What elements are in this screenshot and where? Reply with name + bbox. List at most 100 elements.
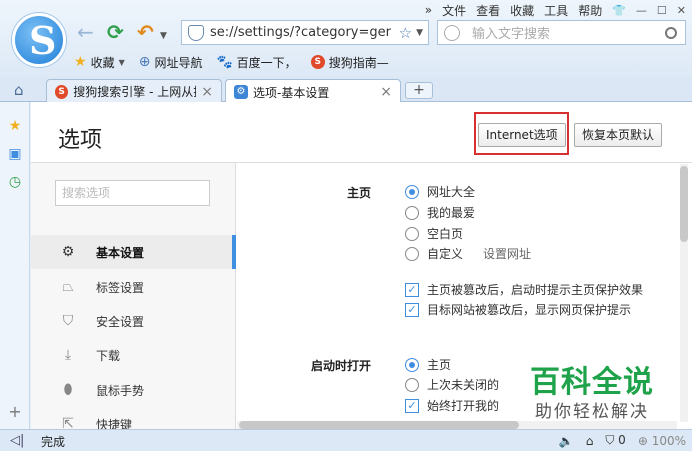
menu-bar: » 文件 查看 收藏 工具 帮助 👕 — ☐ ✕ [425, 1, 686, 19]
menu-favorites[interactable]: 收藏 [510, 2, 534, 19]
address-bar[interactable]: se://settings/?category=ger ☆ ▼ [181, 20, 429, 45]
search-engine-icon[interactable] [444, 24, 460, 41]
sound-icon[interactable]: 🔈 [559, 434, 574, 448]
startup-section-label: 启动时打开 [310, 359, 371, 373]
set-url-link[interactable]: 设置网址 [483, 245, 531, 262]
sidebar-item-mouse-gesture[interactable]: ⬮ 鼠标手势 [31, 373, 236, 407]
minimize-icon[interactable]: — [636, 4, 647, 17]
status-tools: 🔈 ⌂ ⛉ 0 ⊕ 100% [559, 433, 686, 448]
reader-icon[interactable]: ▣ [7, 146, 23, 162]
ad-block-count: 0 [618, 433, 626, 447]
scroll-thumb[interactable] [680, 166, 688, 242]
internet-options-button[interactable]: Internet选项 [478, 123, 566, 147]
toolbox-icon[interactable]: ⌂ [586, 434, 594, 448]
address-input[interactable]: se://settings/?category=ger [210, 25, 395, 40]
watermark-title: 百科全说 [530, 365, 654, 400]
star-icon: ★ [74, 54, 87, 70]
option-label: 主页 [427, 358, 452, 372]
sidebar-item-download[interactable]: ⤓ 下载 [31, 338, 236, 372]
startup-option-last-session[interactable]: 上次未关闭的 [405, 376, 499, 393]
sidebar-toggle-icon[interactable]: ◁| [10, 433, 24, 448]
settings-search-input[interactable]: 搜索选项 [55, 180, 210, 206]
sidebar-item-basic[interactable]: ⚙ 基本设置 [31, 235, 236, 269]
address-dropdown-icon[interactable]: ▼ [416, 28, 423, 38]
skin-icon[interactable]: 👕 [612, 4, 626, 17]
page-title: 选项 [58, 128, 103, 153]
startup-always-open-check[interactable]: ✓ 始终打开我的 [405, 397, 499, 414]
homepage-option-nav[interactable]: 网址大全 [405, 183, 475, 200]
radio-button[interactable] [405, 205, 419, 220]
search-input[interactable]: 输入文字搜索 [472, 23, 550, 42]
gear-icon: ⚙ [61, 244, 75, 260]
favorites-star-icon[interactable]: ★ [7, 118, 23, 134]
option-label: 自定义 [427, 247, 464, 261]
sidebar-item-label: 鼠标手势 [96, 383, 145, 398]
sidebar-item-label: 下载 [96, 348, 121, 363]
history-clock-icon[interactable]: ◷ [7, 174, 23, 190]
sidebar-item-shortcut[interactable]: ⇱ 快捷键 [31, 407, 236, 429]
checkbox[interactable]: ✓ [405, 282, 419, 297]
undo-close-icon[interactable]: ↶ [137, 22, 154, 42]
tab-settings[interactable]: ⚙ 选项-基本设置 × [225, 79, 401, 104]
home-icon[interactable]: ⌂ [14, 81, 24, 99]
radio-button[interactable] [405, 184, 419, 199]
homepage-option-blank[interactable]: 空白页 [405, 225, 463, 242]
security-shield-icon [188, 24, 204, 41]
sogou-logo[interactable]: S [12, 13, 66, 67]
search-icon[interactable] [665, 26, 677, 39]
menu-file[interactable]: 文件 [442, 2, 466, 19]
chevron-down-icon[interactable]: ▼ [119, 58, 125, 67]
radio-button[interactable] [405, 357, 419, 372]
zoom-control[interactable]: ⊕ 100% [638, 434, 686, 448]
new-tab-button[interactable]: + [405, 82, 433, 99]
tab-sogou-search[interactable]: S 搜狗搜索引擎 - 上网从搜 × [46, 79, 222, 103]
menu-tools[interactable]: 工具 [544, 2, 568, 19]
homepage-option-custom[interactable]: 自定义 设置网址 [405, 245, 531, 262]
add-panel-icon[interactable]: + [7, 404, 23, 420]
bookmark-label: 百度一下， [236, 55, 297, 70]
homepage-protect-check[interactable]: ✓ 主页被篡改后，启动时提示主页保护效果 [405, 281, 643, 298]
tab-label: 搜狗搜索引擎 - 上网从搜 [73, 85, 197, 99]
bookmark-url-nav[interactable]: ⊕ 网址导航 [139, 54, 203, 71]
sidebar-item-label: 安全设置 [96, 314, 145, 329]
bookmark-baidu[interactable]: 🐾 百度一下， [216, 54, 296, 71]
scroll-thumb[interactable] [239, 421, 519, 429]
tab-label: 选项-基本设置 [253, 85, 330, 100]
close-tab-icon[interactable]: × [201, 84, 213, 100]
sidebar-item-tabs[interactable]: ⏢ 标签设置 [31, 270, 236, 304]
tab-bar: ⌂ S 搜狗搜索引擎 - 上网从搜 × ⚙ 选项-基本设置 × + [0, 77, 692, 104]
paw-icon: 🐾 [216, 54, 233, 70]
ad-block-icon[interactable]: ⛉ 0 [605, 433, 625, 448]
checkbox[interactable]: ✓ [405, 302, 419, 317]
site-protect-check[interactable]: ✓ 目标网站被篡改后，显示网页保护提示 [405, 301, 631, 318]
homepage-option-favorites[interactable]: 我的最爱 [405, 204, 475, 221]
back-arrow-icon[interactable]: ← [77, 22, 94, 42]
refresh-icon[interactable]: ⟳ [107, 22, 124, 42]
startup-option-home[interactable]: 主页 [405, 356, 451, 373]
option-label: 网址大全 [427, 185, 476, 199]
radio-button[interactable] [405, 377, 419, 392]
radio-button[interactable] [405, 246, 419, 261]
horizontal-scrollbar[interactable] [237, 421, 677, 429]
bookmark-sogou-guide[interactable]: S 搜狗指南— [310, 54, 389, 71]
close-window-icon[interactable]: ✕ [677, 4, 686, 17]
more-menu-icon[interactable]: » [425, 3, 432, 17]
sogou-icon: S [55, 84, 69, 99]
sidebar-item-security[interactable]: ⛉ 安全设置 [31, 304, 236, 338]
menu-help[interactable]: 帮助 [578, 2, 602, 19]
vertical-scrollbar[interactable] [680, 164, 688, 422]
gear-icon: ⚙ [234, 85, 248, 99]
search-box[interactable]: 输入文字搜索 [437, 20, 686, 45]
bookmark-favorites[interactable]: ★ 收藏 ▼ [74, 54, 125, 71]
radio-button[interactable] [405, 226, 419, 241]
close-tab-icon[interactable]: × [380, 84, 392, 100]
menu-view[interactable]: 查看 [476, 2, 500, 19]
maximize-icon[interactable]: ☐ [657, 4, 667, 17]
chevron-down-icon[interactable]: ▼ [160, 26, 167, 46]
settings-sidebar: 搜索选项 ⚙ 基本设置 ⏢ 标签设置 ⛉ 安全设置 ⤓ 下载 ⬮ 鼠标手势 ⇱ … [31, 163, 236, 429]
status-text: 完成 [41, 435, 66, 449]
zoom-level: 100% [651, 433, 686, 448]
restore-default-button[interactable]: 恢复本页默认 [574, 123, 663, 147]
checkbox[interactable]: ✓ [405, 398, 419, 413]
bookmark-star-icon[interactable]: ☆ [399, 24, 412, 42]
